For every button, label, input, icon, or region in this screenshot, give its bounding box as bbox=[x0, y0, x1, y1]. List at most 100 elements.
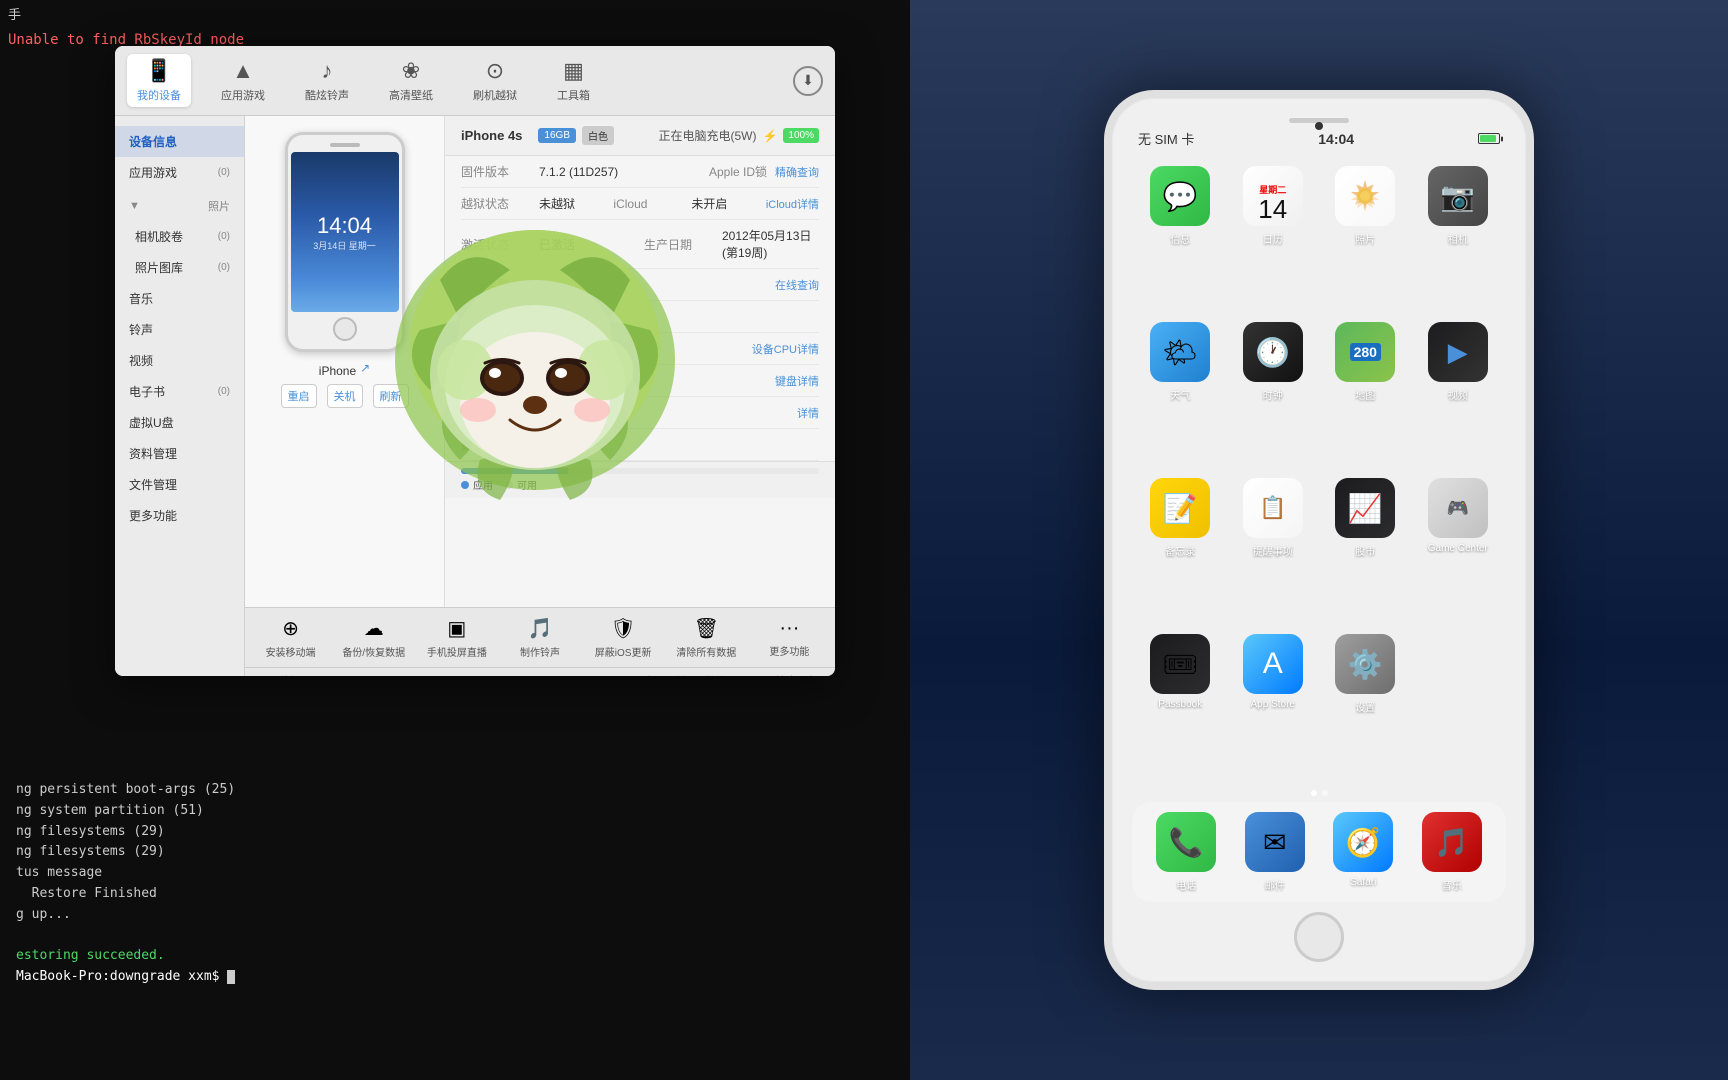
clear-data-btn[interactable]: 🗑 清除所有数据 bbox=[673, 616, 740, 659]
stocks-icon: 📈 bbox=[1335, 478, 1395, 538]
toolbar-ringtones[interactable]: ♪ 酷炫铃声 bbox=[295, 54, 359, 107]
toolbar-app-store[interactable]: ▲ 应用游戏 bbox=[211, 54, 275, 107]
dock-music[interactable]: 🎵 音乐 bbox=[1422, 812, 1482, 892]
refresh-button[interactable]: 刷新 bbox=[373, 384, 409, 408]
sidebar-item-camera-roll[interactable]: 相机胶卷 (0) bbox=[115, 221, 244, 252]
app-stocks[interactable]: 📈 股市 bbox=[1327, 478, 1404, 618]
ringtone-icon-bottom: 🎵 bbox=[528, 616, 553, 641]
dock-phone[interactable]: 📞 电话 bbox=[1156, 812, 1216, 892]
toolbar-prison-break[interactable]: ⊙ 刷机越狱 bbox=[463, 54, 527, 107]
keyboard-link[interactable]: 键盘详情 bbox=[775, 373, 819, 389]
icloud-link[interactable]: iCloud详情 bbox=[766, 196, 819, 212]
toolbar-wallpaper[interactable]: ❀ 高清壁纸 bbox=[379, 54, 443, 107]
iphone-battery bbox=[1478, 133, 1500, 144]
app-notes[interactable]: 📝 备忘录 bbox=[1142, 478, 1219, 618]
sidebar-item-ringtones[interactable]: 铃声 bbox=[115, 314, 244, 345]
terminal-prompt-line: MacBook-Pro:downgrade xxm$ bbox=[16, 967, 894, 988]
app-calendar[interactable]: 星期二 14 日历 bbox=[1235, 166, 1312, 306]
device-content: 14:04 3月14日 星期一 iPhone ↗ 重启 关机 刷新 bbox=[245, 116, 835, 676]
cpu-link[interactable]: 设备CPU详情 bbox=[752, 341, 819, 357]
ringtone-btn[interactable]: 🎵 制作铃声 bbox=[506, 616, 573, 659]
ios-update-btn[interactable]: 🛡 屏蔽iOS更新 bbox=[590, 616, 657, 659]
sequence-row: 序 列 号 键盘详情 bbox=[461, 365, 819, 397]
sidebar-item-file-mgr[interactable]: 文件管理 bbox=[115, 469, 244, 500]
sidebar-item-apps[interactable]: 应用游戏 (0) bbox=[115, 157, 244, 188]
appstore-label: App Store bbox=[1251, 699, 1295, 710]
terminal-line-7: g up... bbox=[16, 905, 894, 926]
more-icon: ··· bbox=[779, 617, 799, 640]
sidebar-item-device-info[interactable]: 设备信息 bbox=[115, 126, 244, 157]
storage-row: 数据 GB bbox=[461, 429, 819, 461]
free-label-text: 可用 bbox=[517, 477, 537, 492]
storage-free-seg bbox=[568, 468, 819, 474]
app-photos[interactable]: 照片 bbox=[1327, 166, 1404, 306]
check-update-link[interactable]: 检查更新 bbox=[775, 673, 819, 676]
battery-fill bbox=[1480, 135, 1496, 142]
mirror-btn[interactable]: ▣ 手机投屏直播 bbox=[423, 616, 490, 659]
iphone-time: 14:04 bbox=[1318, 131, 1354, 147]
app-maps[interactable]: 280 地图 bbox=[1327, 322, 1404, 462]
phone-label: iPhone bbox=[319, 364, 356, 378]
more-btn[interactable]: ··· 更多功能 bbox=[756, 617, 823, 658]
appstore-icon: ▲ bbox=[232, 58, 254, 84]
app-settings[interactable]: ⚙️ 设置 bbox=[1327, 634, 1404, 774]
download-button[interactable]: ⬇ bbox=[793, 66, 823, 96]
color-badge: 白色 bbox=[582, 126, 614, 145]
dock-safari[interactable]: 🧭 Safari bbox=[1333, 812, 1393, 892]
app-videos[interactable]: ▶ 视频 bbox=[1420, 322, 1497, 462]
iphone-home-button[interactable] bbox=[1294, 912, 1344, 962]
reset-button[interactable]: 重启 bbox=[281, 384, 317, 408]
app-passbook[interactable]: 🎟 Passbook bbox=[1142, 634, 1219, 774]
install-btn[interactable]: ⊕ 安装移动端 bbox=[257, 616, 324, 659]
jailbreak-row: 越狱状态 未越狱 iCloud 未开启 iCloud详情 bbox=[461, 188, 819, 220]
toolbar-appstore-label: 应用游戏 bbox=[221, 87, 265, 103]
install-label: 安装移动端 bbox=[266, 644, 316, 659]
app-messages[interactable]: 💬 信息 bbox=[1142, 166, 1219, 306]
sidebar-item-data-mgr[interactable]: 资料管理 bbox=[115, 438, 244, 469]
sidebar-item-photo-library[interactable]: 照片图库 (0) bbox=[115, 252, 244, 283]
toolbar-prison-label: 刷机越狱 bbox=[473, 87, 517, 103]
apps-color bbox=[461, 481, 469, 489]
sidebar-item-videos[interactable]: 视频 bbox=[115, 345, 244, 376]
shutdown-button[interactable]: 关机 bbox=[327, 384, 363, 408]
notes-label: 备忘录 bbox=[1165, 543, 1195, 558]
camera-icon: 📷 bbox=[1428, 166, 1488, 226]
phone-link-icon: ↗ bbox=[360, 361, 370, 375]
sidebar-item-music[interactable]: 音乐 bbox=[115, 283, 244, 314]
app-reminders[interactable]: 📋 提醒事项 bbox=[1235, 478, 1312, 618]
sidebar-item-more[interactable]: 更多功能 bbox=[115, 500, 244, 531]
weather-icon: 🌤 bbox=[1150, 322, 1210, 382]
videos-label: 视频 bbox=[1448, 387, 1468, 402]
phone-area: 14:04 3月14日 星期一 iPhone ↗ 重启 关机 刷新 bbox=[245, 116, 445, 607]
prison-icon: ⊙ bbox=[486, 58, 504, 84]
dock-mail[interactable]: ✉ 邮件 bbox=[1245, 812, 1305, 892]
app-appstore[interactable]: A App Store bbox=[1235, 634, 1312, 774]
iphone-status-bar: 无 SIM 卡 14:04 bbox=[1122, 129, 1516, 148]
empty-icon bbox=[1428, 634, 1488, 694]
app-gamecenter[interactable]: 🎮 Game Center bbox=[1420, 478, 1497, 618]
wechat-link[interactable]: 微信公众号 bbox=[704, 673, 759, 676]
battery-level: 100% bbox=[783, 128, 819, 143]
phone-speaker bbox=[330, 143, 360, 147]
appstore-icon: A bbox=[1243, 634, 1303, 694]
product-row: 产品类型 在线查询 bbox=[461, 269, 819, 301]
clock-label: 时钟 bbox=[1263, 387, 1283, 402]
device-model: iPhone 4s bbox=[461, 128, 522, 143]
music-icon: 🎵 bbox=[1422, 812, 1482, 872]
backup-btn[interactable]: ☁ 备份/恢复数据 bbox=[340, 616, 407, 659]
more-label: 更多功能 bbox=[769, 643, 809, 658]
apple-id-link[interactable]: 精确查询 bbox=[775, 164, 819, 180]
feedback-link[interactable]: 意见反馈 bbox=[644, 673, 688, 676]
app-weather[interactable]: 🌤 天气 bbox=[1142, 322, 1219, 462]
messages-label: 信息 bbox=[1170, 231, 1190, 246]
toolbar-my-device[interactable]: 📱 我的设备 bbox=[127, 54, 191, 107]
app-camera[interactable]: 📷 相机 bbox=[1420, 166, 1497, 306]
product-link[interactable]: 在线查询 bbox=[775, 277, 819, 293]
iphone-right-panel: 无 SIM 卡 14:04 💬 信息 星期二 14 日历 bbox=[910, 0, 1728, 1080]
toolbar-tools[interactable]: ▦ 工具箱 bbox=[547, 54, 600, 107]
eq-link[interactable]: 详情 bbox=[797, 405, 819, 421]
sidebar-item-ebooks[interactable]: 电子书 (0) bbox=[115, 376, 244, 407]
sidebar-item-virtual-udisk[interactable]: 虚拟U盘 bbox=[115, 407, 244, 438]
tools-icon: ▦ bbox=[563, 58, 584, 84]
app-clock[interactable]: 🕐 时钟 bbox=[1235, 322, 1312, 462]
